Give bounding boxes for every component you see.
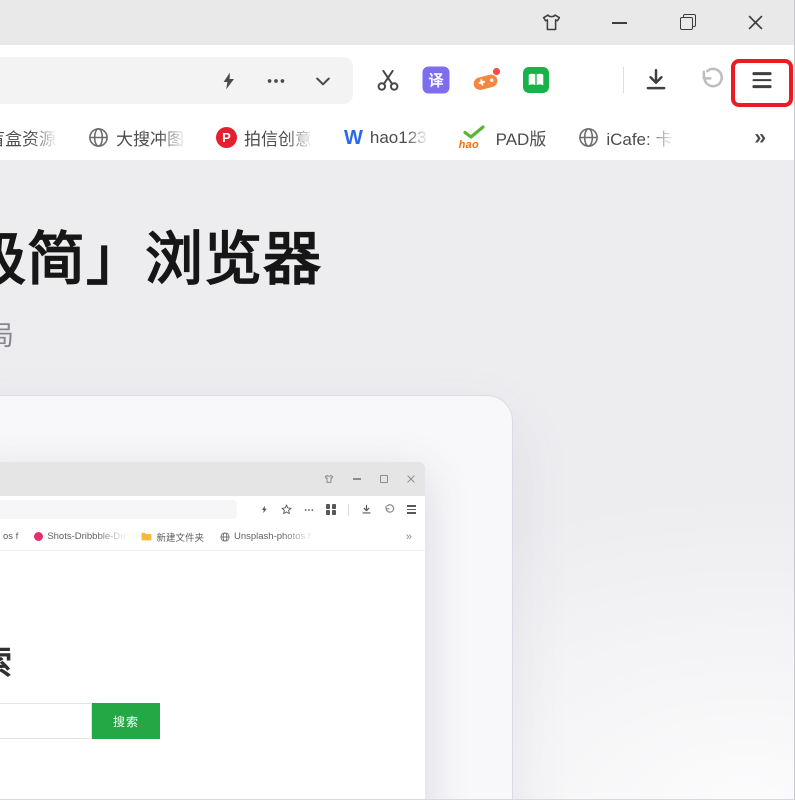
bookmark-label: iCafe: 卡 <box>606 125 672 150</box>
hao123-icon: hao <box>459 125 489 151</box>
mini-bookmark-item: Shots-Dribbble-Dri <box>34 531 125 542</box>
reader-book-icon[interactable] <box>523 67 549 93</box>
more-dots-icon[interactable] <box>265 70 287 92</box>
mini-bookmark-label: 新建文件夹 <box>156 530 204 544</box>
mini-apps-grid-icon <box>326 504 336 514</box>
close-button[interactable] <box>744 12 766 34</box>
mini-toolbar <box>0 496 425 523</box>
mini-more-dots-icon <box>304 505 314 515</box>
dribbble-dot-icon <box>34 532 43 541</box>
globe-icon <box>88 127 109 148</box>
mini-lightning-icon <box>260 504 269 515</box>
bookmarks-bar: 盲盒资源 大搜冲图 P 拍信创意 W hao123 hao <box>0 115 794 160</box>
address-bar[interactable] <box>0 57 353 104</box>
browser-toolbar: 译 <box>0 45 794 115</box>
mini-close-icon <box>407 475 415 483</box>
bookmarks-overflow-chevron[interactable]: » <box>754 126 766 150</box>
bookmark-label: 盲盒资源 <box>0 125 56 150</box>
menu-icon[interactable] <box>753 72 772 88</box>
mini-search-button: 搜索 <box>92 703 160 739</box>
bookmark-label: 大搜冲图 <box>116 125 184 150</box>
mini-maximize-icon <box>380 475 388 483</box>
folder-icon <box>141 532 152 541</box>
bookmark-item[interactable]: hao PAD版 <box>459 125 547 151</box>
mini-menu-icon <box>407 505 416 513</box>
bookmark-label: hao123 <box>370 128 427 148</box>
bookmark-item[interactable]: iCafe: 卡 <box>578 125 672 150</box>
mini-titlebar <box>0 462 425 496</box>
apps-grid-icon[interactable] <box>574 69 597 92</box>
mini-bookmark-item: Unsplash-photos f <box>220 531 311 542</box>
mini-globe-icon <box>220 532 230 542</box>
skin-tshirt-icon[interactable] <box>540 12 562 34</box>
mini-undo-icon <box>384 504 395 515</box>
page-title: 极简」浏览器 <box>0 228 322 292</box>
window-titlebar <box>0 0 794 45</box>
paixin-p-icon: P <box>216 127 237 148</box>
restore-button[interactable] <box>676 12 698 34</box>
mini-page-content: 搜索 搜索 <box>0 551 425 799</box>
mini-toolbar-divider <box>348 504 349 516</box>
translate-icon[interactable]: 译 <box>423 67 450 94</box>
hero-browser-screenshot: os f Shots-Dribbble-Dri 新建文件夹 <box>0 462 425 799</box>
mini-minimize-icon <box>353 478 361 480</box>
bookmark-label: PAD版 <box>496 125 547 150</box>
download-icon[interactable] <box>643 67 669 93</box>
mini-bookmark-label: Shots-Dribbble-Dri <box>47 531 125 542</box>
mini-search-input <box>0 703 92 739</box>
scissors-capture-icon[interactable] <box>375 67 401 93</box>
bookmark-item[interactable]: 盲盒资源 <box>0 125 56 150</box>
bookmark-item[interactable]: 大搜冲图 <box>88 125 184 150</box>
bookmark-item[interactable]: P 拍信创意 <box>216 125 312 150</box>
page-content: 极简」浏览器 局 <box>0 160 794 799</box>
globe-icon <box>578 127 599 148</box>
mini-bookmark-item: 新建文件夹 <box>141 530 204 544</box>
mini-search-heading: 搜索 <box>0 635 14 684</box>
minimize-button[interactable] <box>608 12 630 34</box>
bookmark-label: 拍信创意 <box>244 125 312 150</box>
wenku-w-icon: W <box>344 128 363 148</box>
mini-star-icon <box>281 504 292 515</box>
bookmark-item[interactable]: W hao123 <box>344 128 427 148</box>
mini-bookmark-label: Unsplash-photos f <box>234 531 311 542</box>
browser-window: 译 <box>0 0 795 800</box>
page-subtitle-fragment: 局 <box>0 314 14 353</box>
gamepad-icon[interactable] <box>473 67 502 93</box>
mini-skin-tshirt-icon <box>324 474 334 484</box>
mini-bookmark-label: os f <box>3 531 18 542</box>
mini-bookmarks-bar: os f Shots-Dribbble-Dri 新建文件夹 <box>0 523 425 551</box>
mini-bookmark-item: os f <box>3 531 18 542</box>
mini-bookmarks-overflow-chevron: » <box>406 531 412 543</box>
lightning-icon[interactable] <box>219 70 239 92</box>
mini-address-bar <box>0 500 237 519</box>
chevron-down-icon[interactable] <box>313 71 333 91</box>
toolbar-divider <box>623 67 624 93</box>
mini-download-icon <box>361 504 372 515</box>
undo-icon[interactable] <box>699 67 725 93</box>
